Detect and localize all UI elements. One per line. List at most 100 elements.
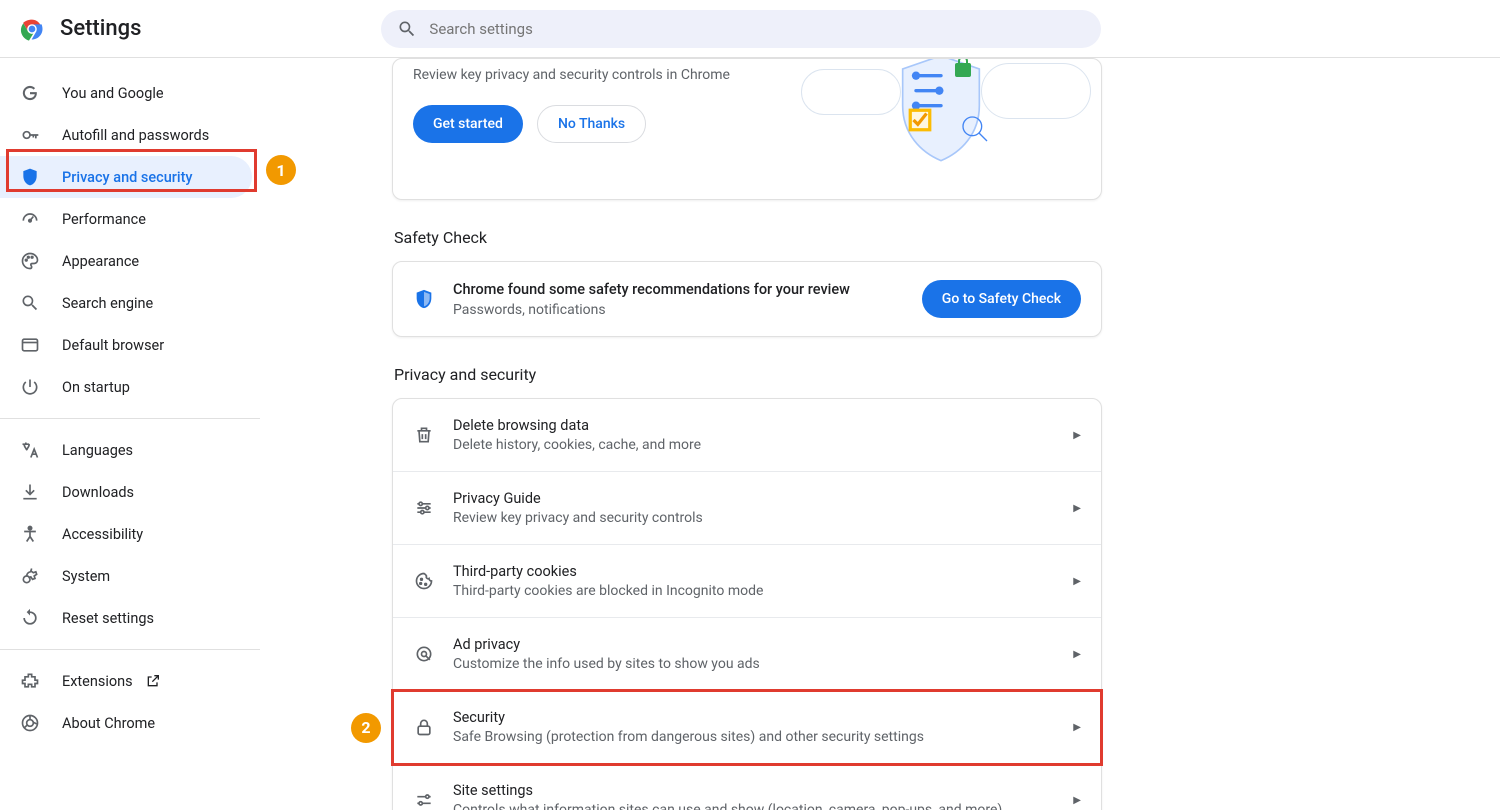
chevron-right-icon: ▶: [1073, 430, 1081, 441]
sidebar-item-accessibility[interactable]: Accessibility: [0, 513, 252, 555]
sidebar-item-about-chrome[interactable]: About Chrome: [0, 702, 252, 744]
privacy-row-ad-privacy[interactable]: Ad privacy Customize the info used by sit…: [393, 618, 1101, 691]
sidebar-item-search-engine[interactable]: Search engine: [0, 282, 252, 324]
privacy-row-delete-browsing-data[interactable]: Delete browsing data Delete history, cook…: [393, 399, 1101, 472]
key-icon: [20, 125, 40, 145]
sidebar-label: Downloads: [62, 484, 134, 501]
row-subtitle: Delete history, cookies, cache, and more: [453, 437, 1073, 453]
header: Settings: [0, 0, 1500, 58]
safety-subtitle: Passwords, notifications: [453, 302, 904, 318]
search-icon: [397, 19, 417, 39]
privacy-row-third-party-cookies[interactable]: Third-party cookies Third-party cookies a…: [393, 545, 1101, 618]
privacy-security-heading: Privacy and security: [394, 365, 1102, 384]
chevron-right-icon: ▶: [1073, 722, 1081, 733]
row-subtitle: Customize the info used by sites to show…: [453, 656, 1073, 672]
power-icon: [20, 377, 40, 397]
sidebar-item-performance[interactable]: Performance: [0, 198, 252, 240]
chevron-right-icon: ▶: [1073, 649, 1081, 660]
privacy-row-security[interactable]: Security Safe Browsing (protection from d…: [393, 691, 1101, 764]
annotation-badge-2: 2: [351, 713, 381, 743]
reset-icon: [20, 608, 40, 628]
privacy-row-site-settings[interactable]: Site settings Controls what information s…: [393, 764, 1101, 810]
sidebar-label: On startup: [62, 379, 130, 396]
sidebar-item-privacy-and-security[interactable]: Privacy and security: [0, 156, 252, 198]
sidebar-label: Languages: [62, 442, 133, 459]
shield-icon: [413, 288, 435, 310]
get-started-button[interactable]: Get started: [413, 105, 523, 143]
chrome-logo-icon: [18, 15, 46, 43]
row-title: Third-party cookies: [453, 563, 1073, 580]
chevron-right-icon: ▶: [1073, 503, 1081, 514]
ads-icon: [413, 643, 435, 665]
sidebar-label: Autofill and passwords: [62, 127, 209, 144]
safety-title: Chrome found some safety recommendations…: [453, 281, 904, 298]
chevron-right-icon: ▶: [1073, 795, 1081, 806]
speed-icon: [20, 209, 40, 229]
no-thanks-button[interactable]: No Thanks: [537, 105, 646, 143]
chrome-icon: [20, 713, 40, 733]
ext-icon: [20, 671, 40, 691]
row-subtitle: Controls what information sites can use …: [453, 802, 1073, 810]
chevron-right-icon: ▶: [1073, 576, 1081, 587]
privacy-guide-card: Review key privacy and security controls…: [392, 58, 1102, 200]
sidebar-label: Performance: [62, 211, 146, 228]
sliders-icon: [413, 789, 435, 810]
sidebar-label: You and Google: [62, 85, 164, 102]
external-link-icon: [145, 673, 161, 689]
sidebar-separator: [0, 649, 260, 650]
palette-icon: [20, 251, 40, 271]
sidebar-label: Appearance: [62, 253, 139, 270]
privacy-row-privacy-guide[interactable]: Privacy Guide Review key privacy and secu…: [393, 472, 1101, 545]
row-subtitle: Review key privacy and security controls: [453, 510, 1073, 526]
sidebar-label: Extensions: [62, 673, 133, 690]
sidebar-label: About Chrome: [62, 715, 155, 732]
sidebar-label: System: [62, 568, 110, 585]
trash-icon: [413, 424, 435, 446]
system-icon: [20, 566, 40, 586]
sidebar-item-on-startup[interactable]: On startup: [0, 366, 252, 408]
annotation-badge-1: 1: [266, 155, 296, 185]
tune-icon: [413, 497, 435, 519]
cookie-icon: [413, 570, 435, 592]
go-to-safety-check-button[interactable]: Go to Safety Check: [922, 280, 1081, 318]
sidebar-item-autofill-and-passwords[interactable]: Autofill and passwords: [0, 114, 252, 156]
lock-icon: [413, 716, 435, 738]
lang-icon: [20, 440, 40, 460]
browser-icon: [20, 335, 40, 355]
search-input[interactable]: [429, 20, 1085, 38]
content: Review key privacy and security controls…: [260, 58, 1500, 810]
sidebar: You and Google Autofill and passwords Priv…: [0, 58, 260, 810]
sidebar-item-languages[interactable]: Languages: [0, 429, 252, 471]
sidebar-item-appearance[interactable]: Appearance: [0, 240, 252, 282]
row-title: Privacy Guide: [453, 490, 1073, 507]
row-title: Security: [453, 709, 1073, 726]
sidebar-label: Accessibility: [62, 526, 143, 543]
sidebar-label: Privacy and security: [62, 169, 193, 186]
guide-illustration: [811, 59, 1081, 179]
sidebar-label: Reset settings: [62, 610, 154, 627]
sidebar-item-reset-settings[interactable]: Reset settings: [0, 597, 252, 639]
sidebar-item-you-and-google[interactable]: You and Google: [0, 72, 252, 114]
sidebar-item-extensions[interactable]: Extensions: [0, 660, 252, 702]
download-icon: [20, 482, 40, 502]
sidebar-item-downloads[interactable]: Downloads: [0, 471, 252, 513]
privacy-list: Delete browsing data Delete history, cook…: [392, 398, 1102, 810]
shield-icon: [20, 167, 40, 187]
safety-check-heading: Safety Check: [394, 228, 1102, 247]
safety-check-card: Chrome found some safety recommendations…: [392, 261, 1102, 337]
search-bar[interactable]: [381, 10, 1101, 48]
sidebar-item-default-browser[interactable]: Default browser: [0, 324, 252, 366]
row-title: Delete browsing data: [453, 417, 1073, 434]
row-subtitle: Third-party cookies are blocked in Incog…: [453, 583, 1073, 599]
page-title: Settings: [60, 16, 141, 41]
sidebar-separator: [0, 418, 260, 419]
row-title: Site settings: [453, 782, 1073, 799]
sidebar-item-system[interactable]: System: [0, 555, 252, 597]
g-icon: [20, 83, 40, 103]
row-subtitle: Safe Browsing (protection from dangerous…: [453, 729, 1073, 745]
sidebar-label: Search engine: [62, 295, 153, 312]
guide-description: Review key privacy and security controls…: [413, 67, 811, 83]
sidebar-label: Default browser: [62, 337, 164, 354]
row-title: Ad privacy: [453, 636, 1073, 653]
access-icon: [20, 524, 40, 544]
